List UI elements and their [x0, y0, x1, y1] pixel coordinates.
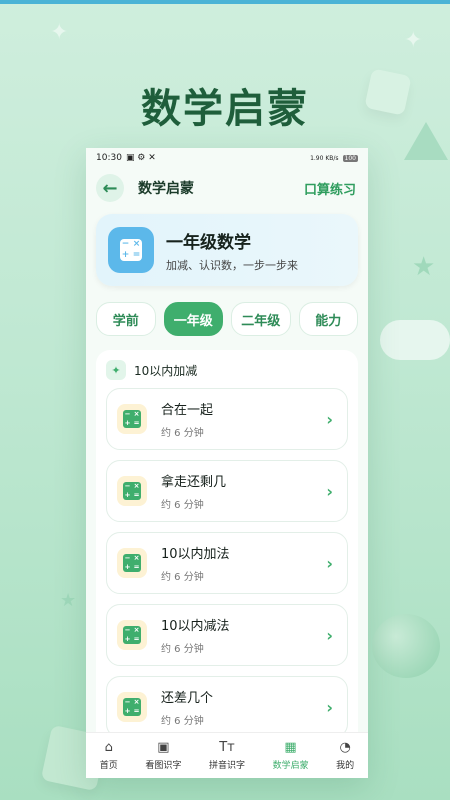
- tab-grade-two[interactable]: 二年级: [231, 302, 291, 336]
- nav-label: 拼音识字: [208, 760, 245, 771]
- chevron-right-icon: ›: [326, 625, 333, 645]
- lesson-duration: 约 6 分钟: [161, 500, 204, 511]
- lesson-title: 拿走还剩几: [161, 475, 227, 490]
- hero-title: 一年级数学: [166, 232, 251, 253]
- page-title: 数学启蒙: [138, 181, 194, 197]
- grade-tabs: 学前 一年级 二年级 能力: [86, 302, 368, 336]
- lesson-title: 10以内加法: [161, 547, 230, 562]
- lesson-title: 还差几个: [161, 691, 214, 706]
- lesson-duration: 约 6 分钟: [161, 572, 204, 583]
- oral-practice-button[interactable]: 口算练习: [304, 179, 356, 198]
- lesson-duration: 约 6 分钟: [161, 644, 204, 655]
- lesson-title: 10以内减法: [161, 619, 230, 634]
- lesson-item[interactable]: − × + = 10以内减法 约 6 分钟 ›: [106, 604, 348, 666]
- calculator-icon: − × + =: [117, 692, 147, 722]
- network-speed: 1.90 KB/s: [310, 154, 339, 162]
- lesson-item[interactable]: − × + = 还差几个 约 6 分钟 ›: [106, 676, 348, 738]
- sparkle-icon: ✦: [404, 28, 423, 53]
- status-bar: 10:30 ▣ ⚙ ✕ 1.90 KB/s 100: [86, 148, 368, 168]
- section-title: 10以内加减: [134, 363, 198, 378]
- grade-hero-card[interactable]: − × + = 一年级数学 加减、认识数，一步一步来: [96, 214, 358, 286]
- nav-profile[interactable]: ◔ 我的: [336, 739, 355, 771]
- lesson-item[interactable]: − × + = 拿走还剩几 约 6 分钟 ›: [106, 460, 348, 522]
- nav-home[interactable]: ⌂ 首页: [99, 739, 118, 771]
- calculator-icon: − × + =: [108, 227, 154, 273]
- status-time: 10:30: [96, 153, 122, 163]
- lesson-item[interactable]: − × + = 合在一起 约 6 分钟 ›: [106, 388, 348, 450]
- nav-math[interactable]: ▦ 数学启蒙: [272, 739, 309, 771]
- calculator-icon: − × + =: [117, 404, 147, 434]
- lesson-duration: 约 6 分钟: [161, 428, 204, 439]
- section-header: ✦ 10以内加减: [106, 360, 348, 380]
- phone-screen: 10:30 ▣ ⚙ ✕ 1.90 KB/s 100 ← 数学启蒙 口算练习 − ×…: [86, 148, 368, 778]
- nav-pinyin-literacy[interactable]: Tт 拼音识字: [208, 739, 245, 771]
- calculator-icon: − × + =: [117, 476, 147, 506]
- lesson-item[interactable]: − × + = 10以内加法 约 6 分钟 ›: [106, 532, 348, 594]
- nav-label: 我的: [336, 760, 355, 771]
- hero-subtitle: 加减、认识数，一步一步来: [166, 258, 298, 272]
- star-icon: ★: [60, 590, 77, 611]
- sparkle-icon: ✦: [106, 360, 126, 380]
- sparkle-icon: ✦: [50, 20, 69, 45]
- tab-grade-one[interactable]: 一年级: [163, 302, 223, 336]
- home-icon: ⌂: [104, 739, 113, 755]
- tab-ability[interactable]: 能力: [298, 302, 358, 336]
- lesson-panel: ✦ 10以内加减 − × + = 合在一起 约 6 分钟 › − × + = 拿走还剩几 约…: [96, 350, 358, 750]
- nav-label: 首页: [99, 760, 118, 771]
- back-button[interactable]: ←: [96, 174, 124, 202]
- calculator-icon: − × + =: [117, 548, 147, 578]
- nav-picture-literacy[interactable]: ▣ 看图识字: [145, 739, 182, 771]
- decor-triangle: [404, 122, 448, 160]
- apple-decor: [372, 614, 440, 678]
- nav-label: 数学启蒙: [272, 760, 309, 771]
- nav-label: 看图识字: [145, 760, 182, 771]
- chevron-right-icon: ›: [326, 481, 333, 501]
- battery-level: 100: [342, 154, 358, 162]
- bottom-nav: ⌂ 首页 ▣ 看图识字 Tт 拼音识字 ▦ 数学启蒙 ◔ 我的: [86, 732, 368, 778]
- app-bar: ← 数学启蒙 口算练习: [86, 168, 368, 208]
- tab-preschool[interactable]: 学前: [96, 302, 156, 336]
- lesson-title: 合在一起: [161, 403, 214, 418]
- lesson-duration: 约 6 分钟: [161, 716, 204, 727]
- notification-icon: ▣ ⚙ ✕: [125, 153, 156, 163]
- decor-cloud: [380, 320, 450, 360]
- chevron-right-icon: ›: [326, 697, 333, 717]
- decor-cube: [364, 68, 412, 116]
- chevron-right-icon: ›: [326, 553, 333, 573]
- arrow-left-icon: ←: [102, 177, 118, 199]
- top-strip: [0, 0, 450, 4]
- chevron-right-icon: ›: [326, 409, 333, 429]
- person-icon: ◔: [339, 739, 351, 755]
- image-icon: ▣: [157, 739, 170, 755]
- star-icon: ★: [412, 252, 436, 282]
- text-icon: Tт: [219, 739, 235, 755]
- calculator-icon: ▦: [284, 739, 297, 755]
- calculator-icon: − × + =: [117, 620, 147, 650]
